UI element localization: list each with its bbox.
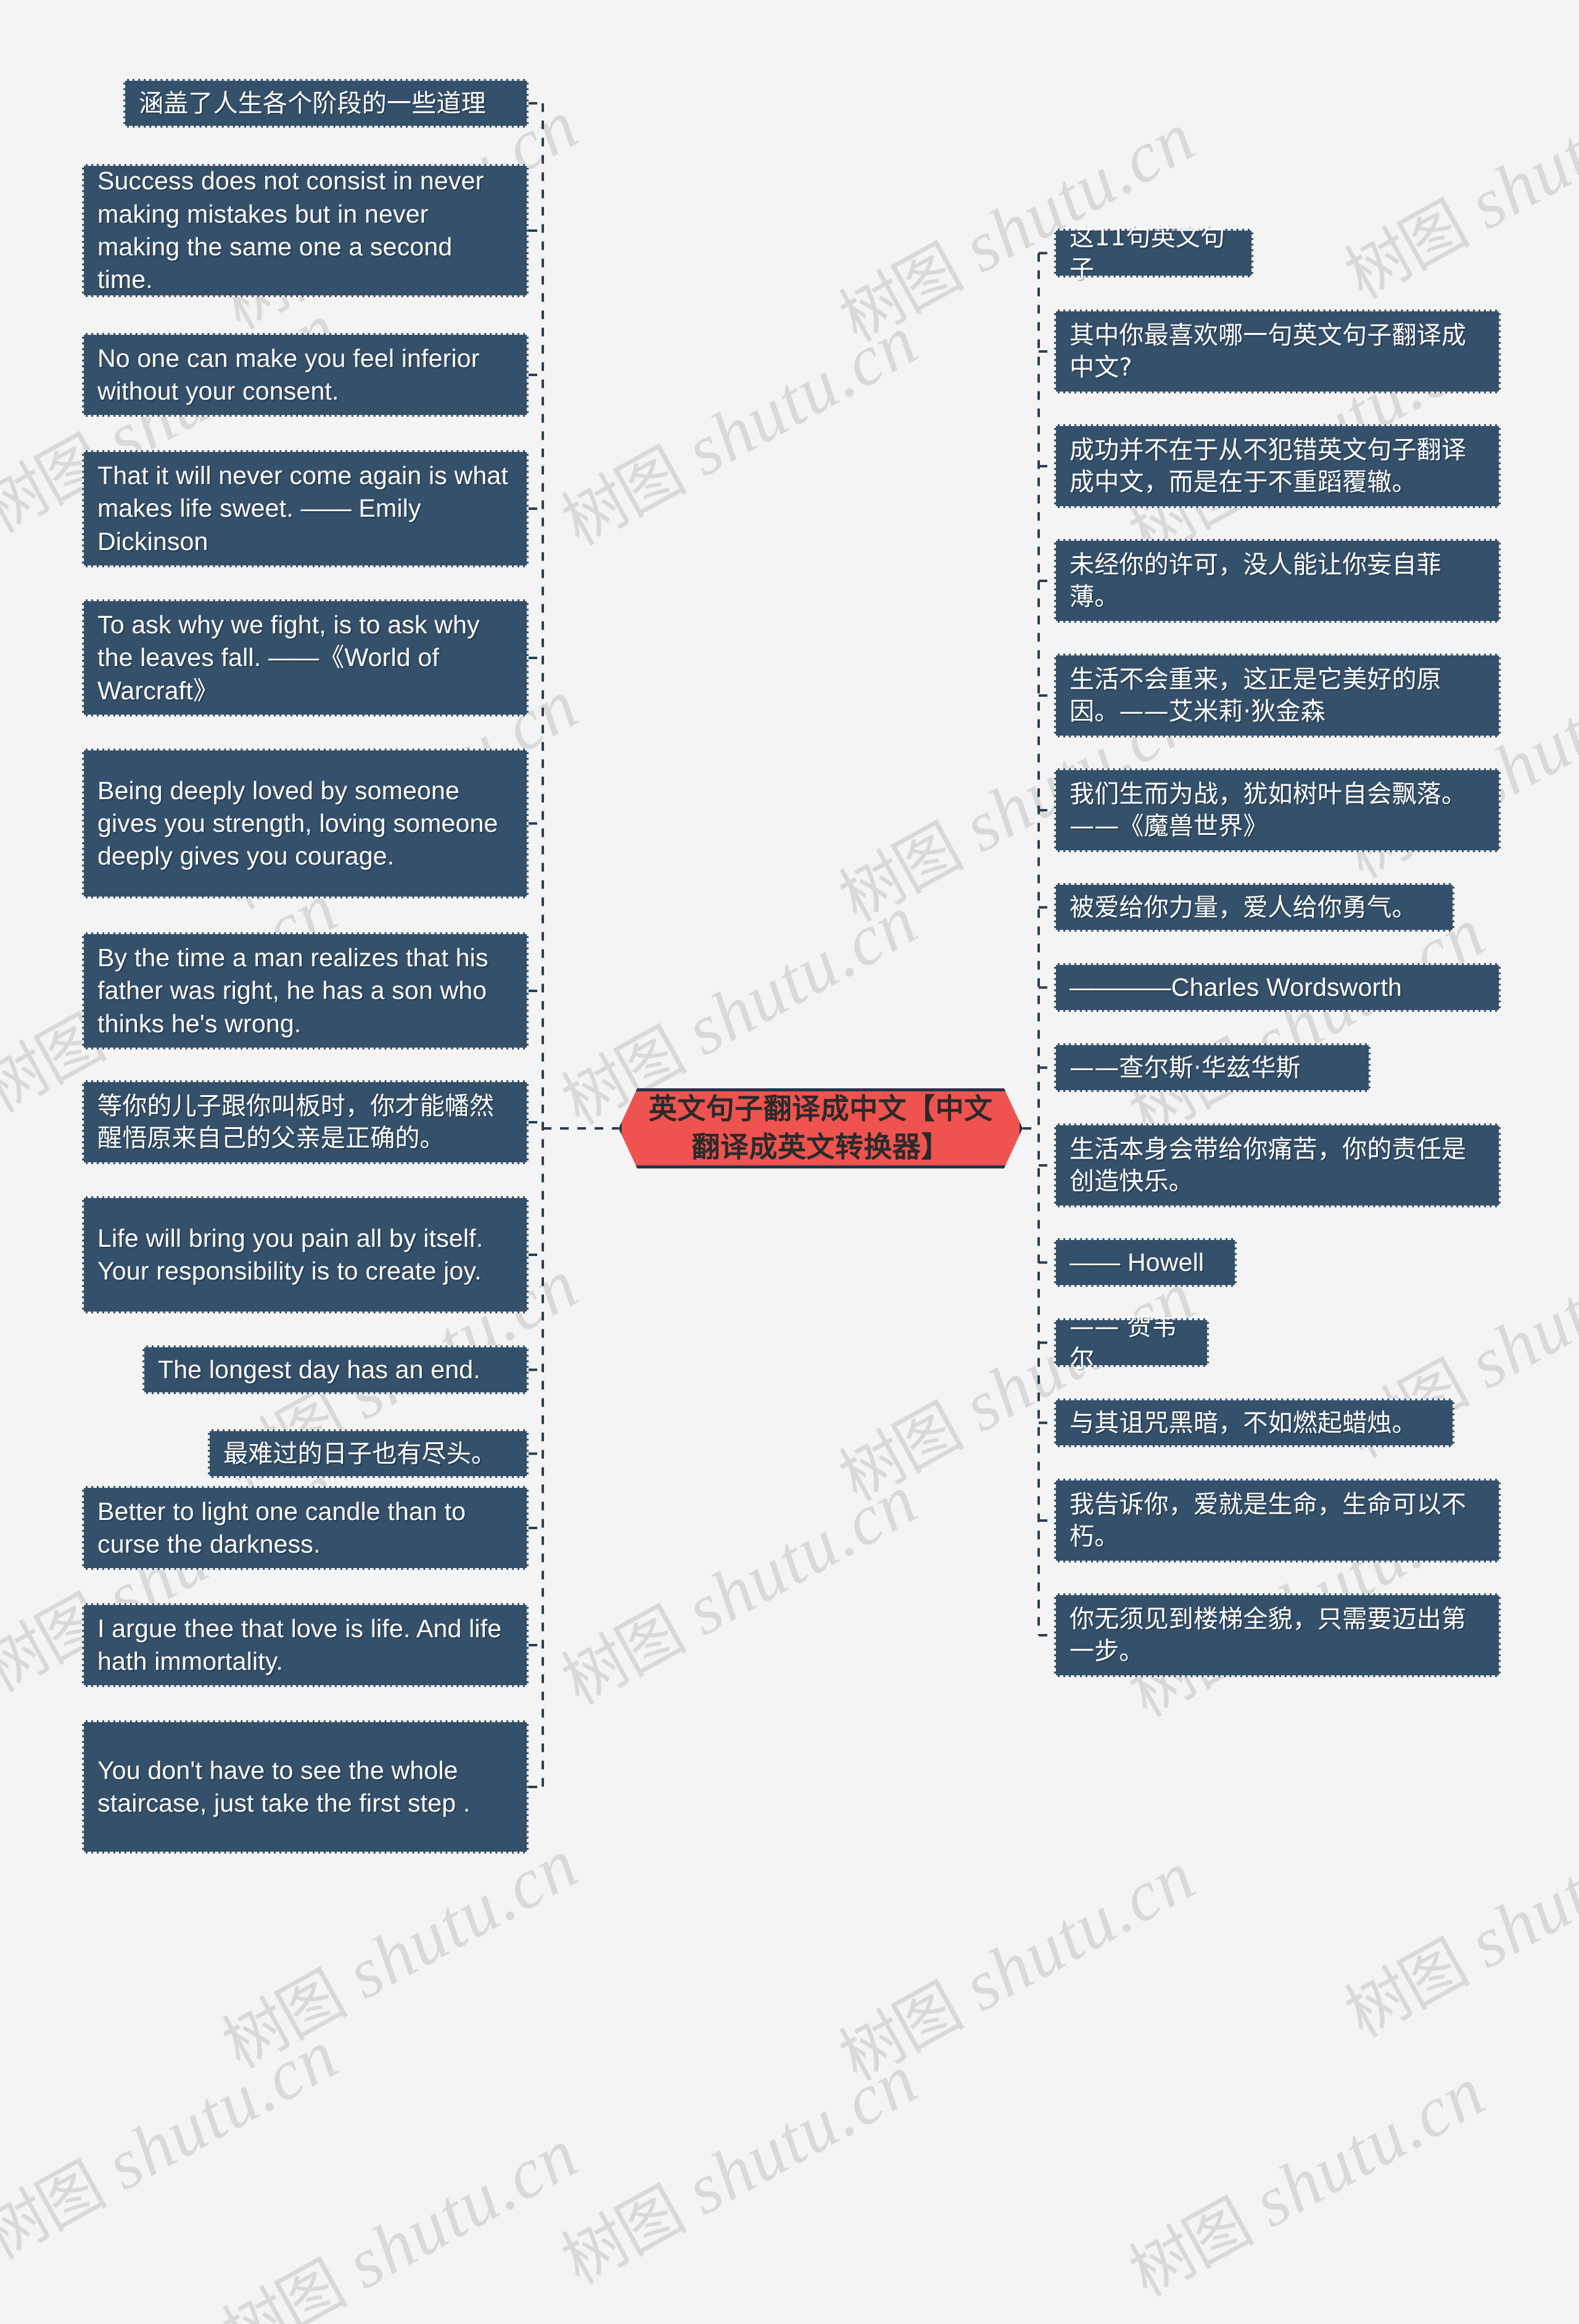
right-topic-label: ——查尔斯·华兹华斯 (1070, 1053, 1301, 1082)
right-topic-label: 我告诉你，爱就是生命，生命可以不朽。 (1070, 1490, 1467, 1551)
left-topic-label: 最难过的日子也有尽头。 (223, 1439, 497, 1468)
central-topic-node[interactable]: 英文句子翻译成中文【中文翻译成英文转换器】 (619, 1088, 1023, 1168)
left-topic-node[interactable]: Life will bring you pain all by itself. … (82, 1196, 529, 1313)
right-topic-label: 其中你最喜欢哪一句英文句子翻译成中文? (1070, 321, 1467, 382)
right-topic-node[interactable]: 生活不会重来，这正是它美好的原因。——艾米莉·狄金森 (1054, 654, 1501, 737)
left-topic-label: Better to light one candle than to curse… (97, 1497, 466, 1558)
right-topic-label: 被爱给你力量，爱人给你勇气。 (1070, 893, 1417, 922)
left-topic-node[interactable]: No one can make you feel inferior withou… (82, 333, 529, 417)
right-topic-node[interactable]: 我们生而为战，犹如树叶自会飘落。——《魔兽世界》 (1054, 768, 1501, 852)
right-topic-label: 我们生而为战，犹如树叶自会飘落。——《魔兽世界》 (1070, 780, 1467, 840)
right-topic-node[interactable]: 生活本身会带给你痛苦，你的责任是创造快乐。 (1054, 1123, 1501, 1207)
right-topic-node[interactable]: 被爱给你力量，爱人给你勇气。 (1054, 883, 1454, 932)
left-topic-node[interactable]: The longest day has an end. (142, 1345, 529, 1394)
right-topic-label: 生活本身会带给你痛苦，你的责任是创造快乐。 (1070, 1135, 1467, 1196)
left-topic-label: 等你的儿子跟你叫板时，你才能幡然醒悟原来自己的父亲是正确的。 (97, 1092, 495, 1152)
right-topic-label: —— 贺韦尔 (1070, 1312, 1177, 1373)
right-topic-node[interactable]: 其中你最喜欢哪一句英文句子翻译成中文? (1054, 310, 1501, 393)
right-topic-node[interactable]: 成功并不在于从不犯错英文句子翻译成中文，而是在于不重蹈覆辙。 (1054, 424, 1501, 508)
right-topic-label: 这11句英文句子 (1070, 223, 1226, 284)
left-topic-label: That it will never come again is what ma… (97, 461, 508, 556)
left-topic-label: No one can make you feel inferior withou… (97, 343, 480, 405)
left-topic-node[interactable]: To ask why we fight, is to ask why the l… (82, 599, 529, 716)
left-topic-label: By the time a man realizes that his fath… (97, 943, 489, 1038)
central-topic-label: 英文句子翻译成中文【中文翻译成英文转换器】 (648, 1092, 993, 1164)
left-topic-label: Life will bring you pain all by itself. … (97, 1223, 484, 1285)
right-topic-node[interactable]: 与其诅咒黑暗，不如燃起蜡烛。 (1054, 1398, 1454, 1447)
right-topic-node[interactable]: —— Howell (1054, 1238, 1237, 1287)
right-topic-label: 成功并不在于从不犯错英文句子翻译成中文，而是在于不重蹈覆辙。 (1070, 436, 1467, 496)
right-topic-node[interactable]: 未经你的许可，没人能让你妄自菲薄。 (1054, 539, 1501, 623)
left-topic-label: I argue thee that love is life. And life… (97, 1614, 502, 1675)
right-topic-node[interactable]: —— 贺韦尔 (1054, 1313, 1209, 1373)
right-topic-node[interactable]: ——查尔斯·华兹华斯 (1054, 1043, 1371, 1092)
right-topic-node[interactable]: 你无须见到楼梯全貌，只需要迈出第一步。 (1054, 1593, 1501, 1677)
left-topic-label: 涵盖了人生各个阶段的一些道理 (139, 89, 486, 118)
left-topic-label: The longest day has an end. (158, 1355, 480, 1384)
left-topic-label: Success does not consist in never making… (97, 166, 484, 294)
left-topic-node[interactable]: I argue thee that love is life. And life… (82, 1603, 529, 1687)
left-topic-node[interactable]: Success does not consist in never making… (82, 164, 529, 297)
left-topic-label: Being deeply loved by someone gives you … (97, 776, 498, 871)
left-topic-node[interactable]: You don't have to see the whole staircas… (82, 1720, 529, 1854)
right-topic-node[interactable]: 这11句英文句子 (1054, 223, 1253, 284)
left-topic-label: To ask why we fight, is to ask why the l… (97, 610, 480, 705)
right-topic-label: 与其诅咒黑暗，不如燃起蜡烛。 (1070, 1408, 1417, 1437)
left-topic-node[interactable]: By the time a man realizes that his fath… (82, 932, 529, 1049)
left-topic-node[interactable]: 涵盖了人生各个阶段的一些道理 (123, 79, 529, 128)
left-topic-node[interactable]: That it will never come again is what ma… (82, 450, 529, 567)
left-topic-node[interactable]: 等你的儿子跟你叫板时，你才能幡然醒悟原来自己的父亲是正确的。 (82, 1080, 529, 1164)
right-topic-label: ————Charles Wordsworth (1070, 972, 1403, 1001)
left-topic-node[interactable]: Better to light one candle than to curse… (82, 1486, 529, 1570)
right-topic-node[interactable]: ————Charles Wordsworth (1054, 963, 1501, 1012)
left-topic-node[interactable]: 最难过的日子也有尽头。 (208, 1429, 529, 1478)
right-topic-label: 生活不会重来，这正是它美好的原因。——艾米莉·狄金森 (1070, 665, 1441, 726)
right-topic-label: 未经你的许可，没人能让你妄自菲薄。 (1070, 551, 1441, 611)
right-topic-node[interactable]: 我告诉你，爱就是生命，生命可以不朽。 (1054, 1479, 1501, 1562)
left-topic-label: You don't have to see the whole staircas… (97, 1755, 471, 1817)
left-topic-node[interactable]: Being deeply loved by someone gives you … (82, 749, 529, 898)
right-topic-label: 你无须见到楼梯全貌，只需要迈出第一步。 (1070, 1605, 1467, 1665)
right-topic-label: —— Howell (1070, 1247, 1205, 1276)
